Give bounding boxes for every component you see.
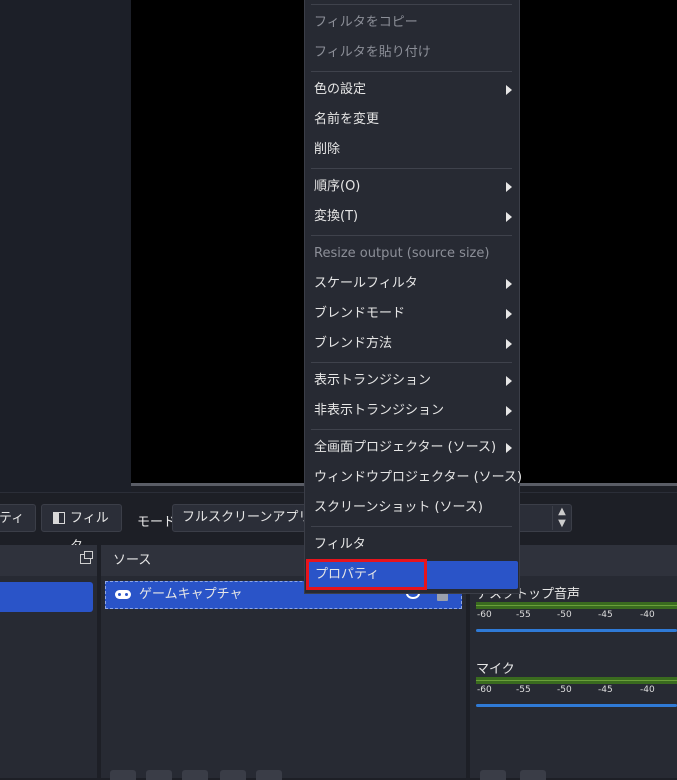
move-down-button[interactable]: [256, 770, 282, 780]
menu-item-transform[interactable]: 変換(T): [305, 203, 519, 231]
submenu-arrow-icon: [506, 339, 512, 349]
menu-item-label: 全画面プロジェクター (ソース): [314, 440, 497, 455]
tick-label: -40: [640, 610, 655, 620]
submenu-arrow-icon: [506, 85, 512, 95]
menu-item-label: 変換(T): [314, 209, 359, 224]
menu-item-show-transition[interactable]: 表示トランジション: [305, 367, 519, 395]
volume-meter: [476, 677, 677, 684]
volume-slider[interactable]: [476, 704, 677, 707]
menu-separator: [311, 168, 512, 169]
menu-item-blend-mode[interactable]: ブレンドモード: [305, 300, 519, 328]
track-name: マイク: [476, 662, 515, 677]
submenu-arrow-icon: [506, 182, 512, 192]
menu-item-filters[interactable]: フィルタ: [305, 531, 519, 559]
submenu-arrow-icon: [506, 279, 512, 289]
scene-list-item-selected[interactable]: [0, 582, 93, 612]
menu-separator: [311, 4, 512, 5]
submenu-arrow-icon: [506, 443, 512, 453]
meter-ticks: -60 -55 -50 -45 -40: [476, 610, 677, 622]
menu-separator: [311, 429, 512, 430]
remove-source-button[interactable]: [146, 770, 172, 780]
tick-label: -50: [557, 685, 572, 695]
menu-item-label: ブレンドモード: [314, 306, 406, 321]
tick-label: -60: [477, 685, 492, 695]
submenu-arrow-icon: [506, 406, 512, 416]
submenu-arrow-icon: [506, 376, 512, 386]
tick-label: -40: [640, 685, 655, 695]
menu-item-hide-transition[interactable]: 非表示トランジション: [305, 397, 519, 425]
menu-item-delete[interactable]: 削除: [305, 136, 519, 164]
submenu-arrow-icon: [506, 309, 512, 319]
menu-item-label: スケールフィルタ: [314, 276, 418, 291]
menu-separator: [311, 71, 512, 72]
submenu-arrow-icon: [506, 212, 512, 222]
move-up-button[interactable]: [220, 770, 246, 780]
tick-label: -60: [477, 610, 492, 620]
filters-button[interactable]: フィルタ: [41, 504, 122, 554]
menu-item-label: 非表示トランジション: [314, 403, 445, 418]
preview-left-area: [0, 0, 131, 492]
properties-button-label: ティ: [0, 511, 25, 526]
menu-item-copy-filters[interactable]: フィルタをコピー: [305, 9, 519, 37]
menu-item-order[interactable]: 順序(O): [305, 173, 519, 201]
annotation-highlight-box: [306, 559, 427, 590]
gamepad-icon: [115, 590, 131, 599]
menu-item-paste-filters[interactable]: フィルタを貼り付け: [305, 39, 519, 67]
scenes-dock: [0, 545, 97, 778]
menu-item-resize-output[interactable]: Resize output (source size): [305, 240, 519, 268]
menu-item-screenshot[interactable]: スクリーンショット (ソース): [305, 494, 519, 522]
menu-item-scale-filter[interactable]: スケールフィルタ: [305, 270, 519, 298]
source-context-menu: フィルタをコピー フィルタを貼り付け 色の設定 名前を変更 削除 順序(O) 変…: [304, 0, 522, 594]
properties-button[interactable]: ティ: [0, 504, 36, 532]
volume-meter: [476, 602, 677, 609]
menu-separator: [311, 526, 512, 527]
filter-icon: [53, 512, 65, 524]
tick-label: -45: [598, 685, 613, 695]
menu-item-label: 色の設定: [314, 82, 367, 97]
mixer-settings-button[interactable]: [480, 770, 506, 780]
tick-label: -55: [516, 610, 531, 620]
tick-label: -50: [557, 610, 572, 620]
meter-ticks: -60 -55 -50 -45 -40: [476, 685, 677, 697]
scenes-dock-header: [0, 545, 97, 576]
menu-separator: [311, 235, 512, 236]
add-source-button[interactable]: [110, 770, 136, 780]
volume-slider[interactable]: [476, 629, 677, 632]
menu-item-fullscreen-projector[interactable]: 全画面プロジェクター (ソース): [305, 434, 519, 462]
menu-item-label: ブレンド方法: [314, 336, 393, 351]
menu-item-label: 順序(O): [314, 179, 361, 194]
mode-spinner-icon[interactable]: ▲ ▼: [552, 506, 571, 530]
menu-item-windowed-projector[interactable]: ウィンドウプロジェクター (ソース): [305, 464, 522, 492]
menu-item-rename[interactable]: 名前を変更: [305, 106, 519, 134]
mode-label: モード: [137, 515, 177, 530]
source-settings-button[interactable]: [182, 770, 208, 780]
tick-label: -55: [516, 685, 531, 695]
menu-item-color[interactable]: 色の設定: [305, 76, 519, 104]
undock-icon[interactable]: [80, 551, 93, 564]
menu-separator: [311, 362, 512, 363]
mixer-menu-button[interactable]: [520, 770, 546, 780]
tick-label: -45: [598, 610, 613, 620]
menu-item-blend-method[interactable]: ブレンド方法: [305, 330, 519, 358]
source-item-label: ゲームキャプチャ: [139, 587, 243, 602]
menu-item-label: 表示トランジション: [314, 373, 432, 388]
